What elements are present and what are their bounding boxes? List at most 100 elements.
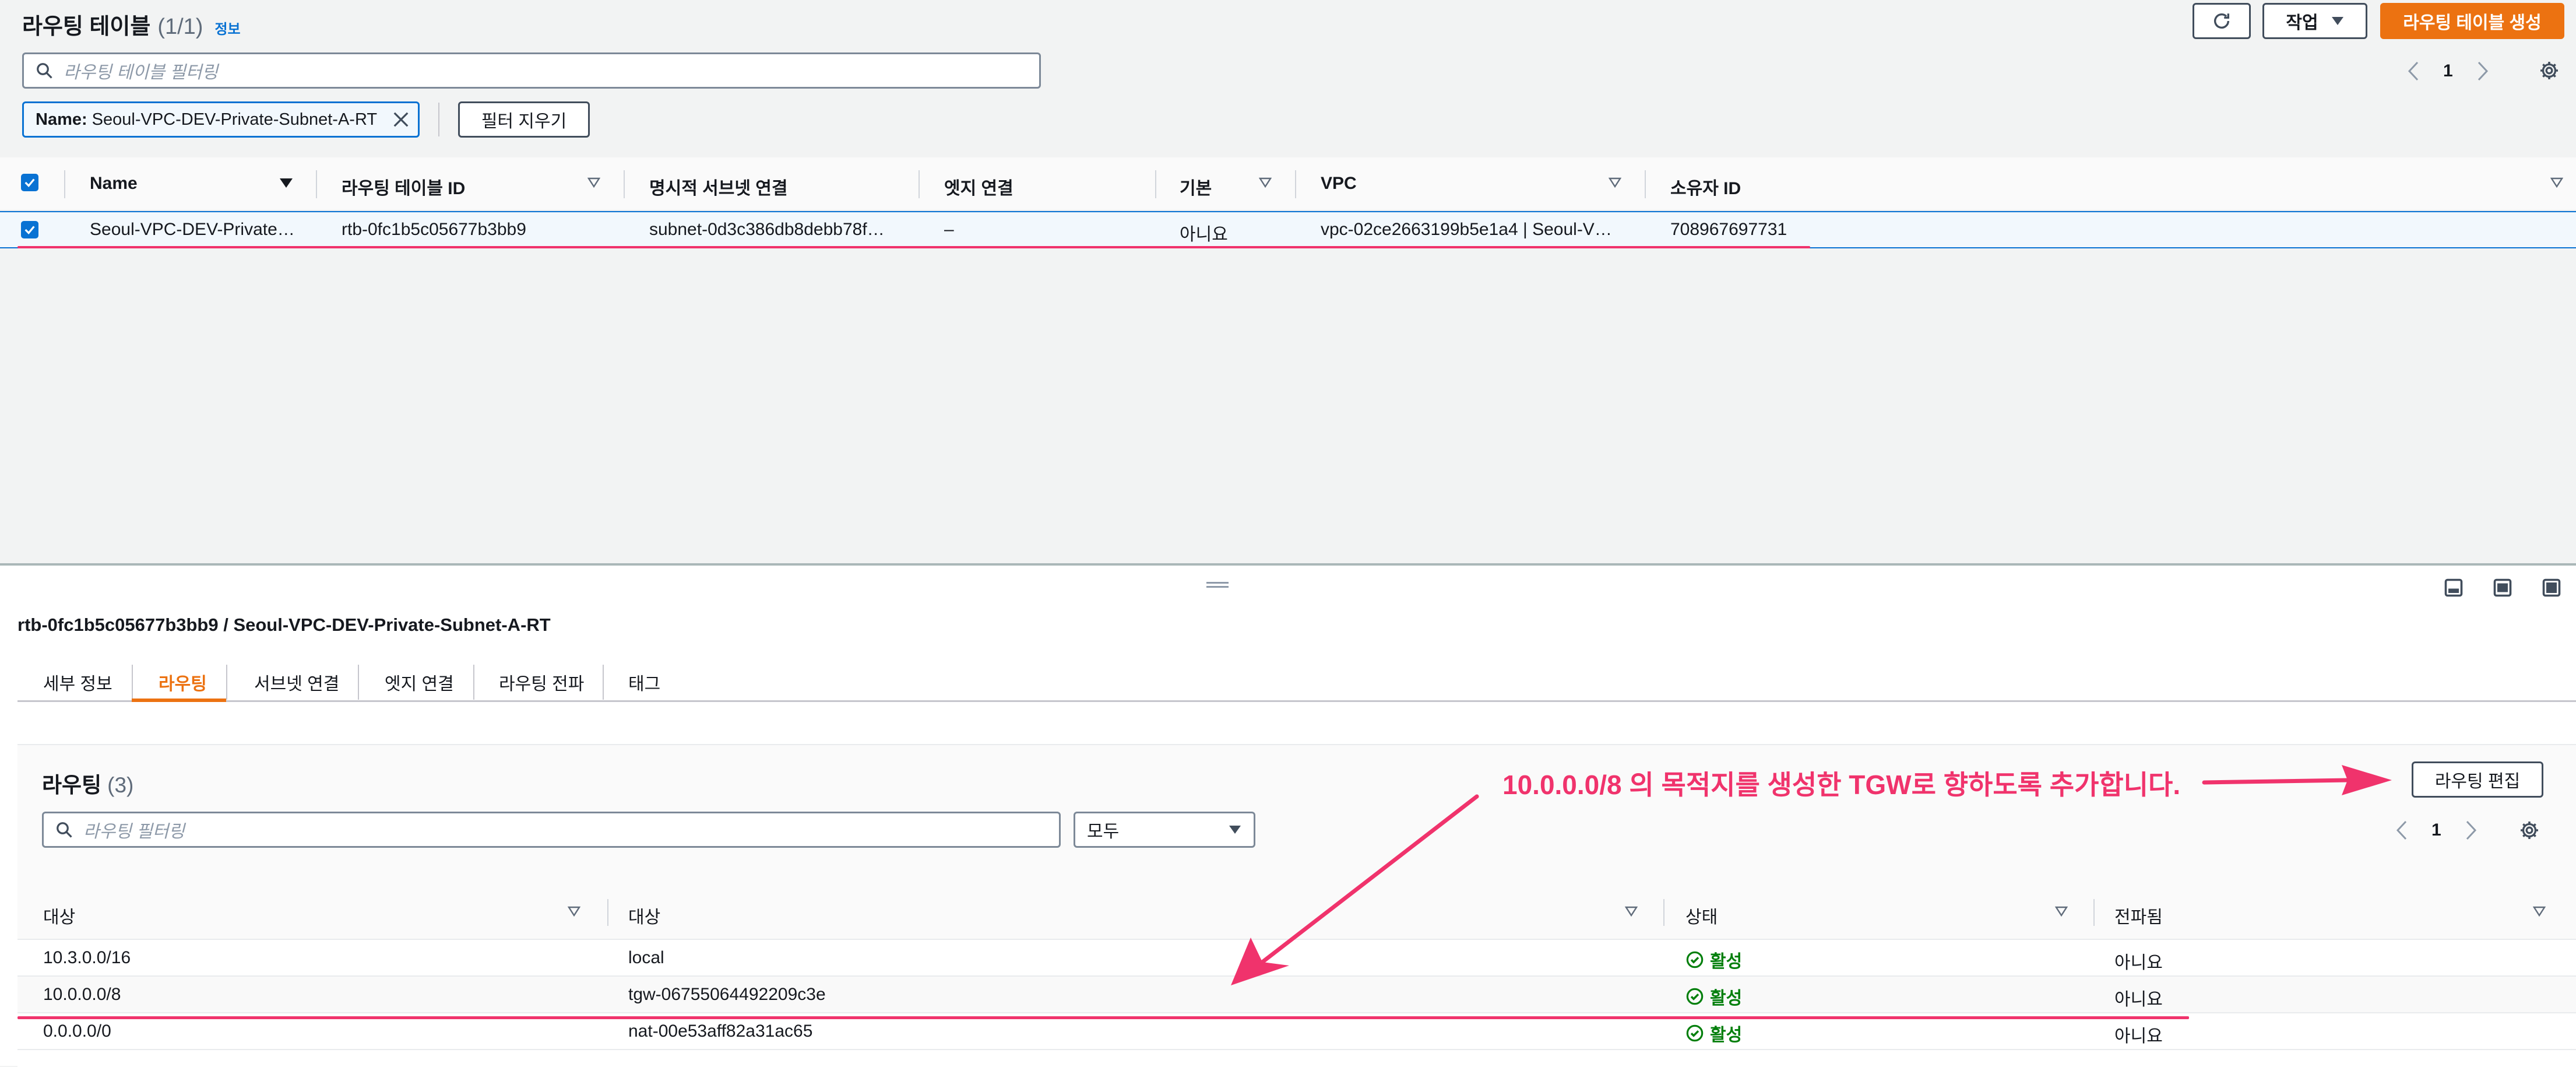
col-route-table-id[interactable]: 라우팅 테이블 ID [342, 174, 465, 199]
route-status-label: 활성 [1710, 1026, 1743, 1045]
panel-close-icon[interactable] [2541, 577, 2562, 598]
sort-icon[interactable] [1259, 177, 1272, 188]
edit-routes-label: 라우팅 편집 [2434, 772, 2521, 791]
table-row[interactable]: 10.3.0.0/16 local 활성 아니요 [17, 940, 2576, 977]
col-status[interactable]: 상태 [1685, 903, 1718, 928]
route-status: 활성 [1685, 947, 1742, 973]
status-success-icon [1686, 951, 1704, 968]
refresh-button[interactable] [2193, 3, 2251, 39]
cell-vpc[interactable]: vpc-02ce2663199b5e1a4 | Seoul-V… [1321, 220, 1612, 240]
chevron-left-icon[interactable] [2395, 820, 2408, 840]
route-propagated: 아니요 [2114, 1027, 2163, 1046]
pagination: 1 [2407, 54, 2489, 89]
routes-count: (3) [107, 773, 134, 797]
chevron-left-icon[interactable] [2407, 61, 2420, 81]
create-route-table-label: 라우팅 테이블 생성 [2403, 13, 2542, 33]
table-row[interactable]: 10.0.0.0/8 tgw-06755064492209c3e 활성 아니요 [17, 977, 2576, 1013]
tab-route-propagation[interactable]: 라우팅 전파 [499, 669, 584, 695]
close-icon[interactable] [392, 111, 410, 128]
routes-filter-placeholder: 라우팅 필터링 [83, 822, 185, 841]
tab-tags[interactable]: 태그 [628, 669, 660, 695]
tab-subnet-associations[interactable]: 서브넷 연결 [254, 669, 339, 695]
sort-icon[interactable] [587, 177, 600, 188]
route-status: 활성 [1685, 1020, 1742, 1046]
page-title-count: (1/1) [157, 15, 203, 39]
status-success-icon [1686, 988, 1704, 1005]
tab-edge-associations[interactable]: 엣지 연결 [385, 669, 454, 695]
sort-icon[interactable] [2533, 906, 2546, 917]
route-table-filter-input[interactable]: 라우팅 테이블 필터링 [22, 52, 1041, 89]
routes-table-header: 대상 대상 상태 전파됨 [17, 884, 2576, 940]
check-icon [24, 226, 35, 234]
page-number[interactable]: 1 [2443, 61, 2453, 81]
col-default[interactable]: 기본 [1180, 174, 1212, 199]
tab-routes[interactable]: 라우팅 [159, 669, 207, 695]
split-panel: rtb-0fc1b5c05677b3bb9 / Seoul-VPC-DEV-Pr… [0, 566, 2576, 1067]
actions-button[interactable]: 작업 [2262, 3, 2367, 39]
page-number[interactable]: 1 [2431, 820, 2441, 840]
drag-handle-icon[interactable] [1206, 582, 1229, 588]
col-propagated[interactable]: 전파됨 [2114, 903, 2163, 928]
route-destination: 10.3.0.0/16 [43, 948, 131, 967]
annotation-text: 10.0.0.0/8 의 목적지를 생성한 TGW로 향하도록 추가합니다. [1502, 770, 2181, 800]
table-row[interactable]: Seoul-VPC-DEV-Private… rtb-0fc1b5c05677b… [0, 211, 2576, 248]
route-target-link[interactable]: nat-00e53aff82a31ac65 [628, 1022, 812, 1041]
routes-filter-input[interactable]: 라우팅 필터링 [42, 812, 1061, 848]
select-all-checkbox[interactable] [21, 174, 38, 191]
settings-gear-icon[interactable] [2519, 820, 2540, 841]
route-destination: 10.0.0.0/8 [43, 985, 121, 1004]
routes-table: 대상 대상 상태 전파됨 10.3.0.0/16 local 활성 아니요 10… [17, 884, 2576, 1067]
sort-icon[interactable] [568, 906, 580, 917]
routes-pagination: 1 [2395, 813, 2478, 848]
cell-route-table-id[interactable]: rtb-0fc1b5c05677b3bb9 [342, 220, 526, 240]
route-status-label: 활성 [1710, 952, 1743, 971]
info-link[interactable]: 정보 [214, 17, 240, 38]
route-status-label: 활성 [1710, 989, 1743, 1008]
select-value: 모두 [1087, 822, 1120, 841]
tab-details[interactable]: 세부 정보 [43, 669, 112, 695]
cell-subnet[interactable]: subnet-0d3c386db8debb78f… [649, 220, 885, 240]
annotation-underline [17, 1016, 2189, 1019]
clear-filter-button[interactable]: 필터 지우기 [458, 101, 590, 138]
col-edge[interactable]: 엣지 연결 [944, 174, 1013, 199]
col-destination[interactable]: 대상 [43, 903, 75, 928]
route-target: local [628, 948, 664, 967]
create-route-table-button[interactable]: 라우팅 테이블 생성 [2380, 3, 2564, 39]
route-table-filter-placeholder: 라우팅 테이블 필터링 [64, 63, 219, 82]
chevron-right-icon[interactable] [2476, 61, 2489, 81]
status-success-icon [1686, 1024, 1704, 1042]
col-owner-id[interactable]: 소유자 ID [1670, 174, 1741, 199]
filter-token-value: Seoul-VPC-DEV-Private-Subnet-A-RT [92, 110, 378, 129]
col-name[interactable]: Name [90, 174, 138, 194]
clear-filter-label: 필터 지우기 [481, 112, 567, 131]
chevron-right-icon[interactable] [2465, 820, 2478, 840]
col-vpc[interactable]: VPC [1321, 174, 1357, 194]
row-checkbox[interactable] [21, 221, 38, 238]
route-status: 활성 [1685, 984, 1742, 1009]
check-icon [24, 178, 35, 187]
settings-gear-icon[interactable] [2539, 60, 2560, 81]
route-table-list: Name 라우팅 테이블 ID 명시적 서브넷 연결 엣지 연결 기본 VPC … [0, 157, 2576, 248]
sort-icon[interactable] [2055, 906, 2068, 917]
routes-title: 라우팅 [42, 773, 102, 797]
page-title: 라우팅 테이블 [22, 15, 151, 39]
active-tab-indicator [132, 699, 226, 702]
sort-desc-icon[interactable] [280, 178, 293, 188]
sort-icon[interactable] [2550, 177, 2563, 188]
cell-default: 아니요 [1180, 225, 1228, 244]
route-tables-panel: 라우팅 테이블 (1/1) 정보 작업 라우팅 테이블 생성 라우팅 테이블 필… [0, 0, 2576, 564]
col-target[interactable]: 대상 [628, 903, 660, 928]
route-destination: 0.0.0.0/0 [43, 1022, 111, 1041]
actions-button-label: 작업 [2286, 13, 2318, 33]
col-explicit-subnet[interactable]: 명시적 서브넷 연결 [649, 174, 787, 199]
cell-name: Seoul-VPC-DEV-Private… [90, 220, 295, 239]
routes-filter-select[interactable]: 모두 [1074, 812, 1255, 848]
sort-icon[interactable] [1609, 177, 1621, 188]
sort-icon[interactable] [1625, 906, 1638, 917]
edit-routes-button[interactable]: 라우팅 편집 [2412, 761, 2543, 798]
panel-bottom-icon[interactable] [2443, 577, 2464, 598]
search-icon [37, 63, 52, 79]
table-header: Name 라우팅 테이블 ID 명시적 서브넷 연결 엣지 연결 기본 VPC … [0, 157, 2576, 211]
filter-token: Name: Seoul-VPC-DEV-Private-Subnet-A-RT [22, 101, 420, 138]
panel-side-icon[interactable] [2492, 577, 2513, 598]
